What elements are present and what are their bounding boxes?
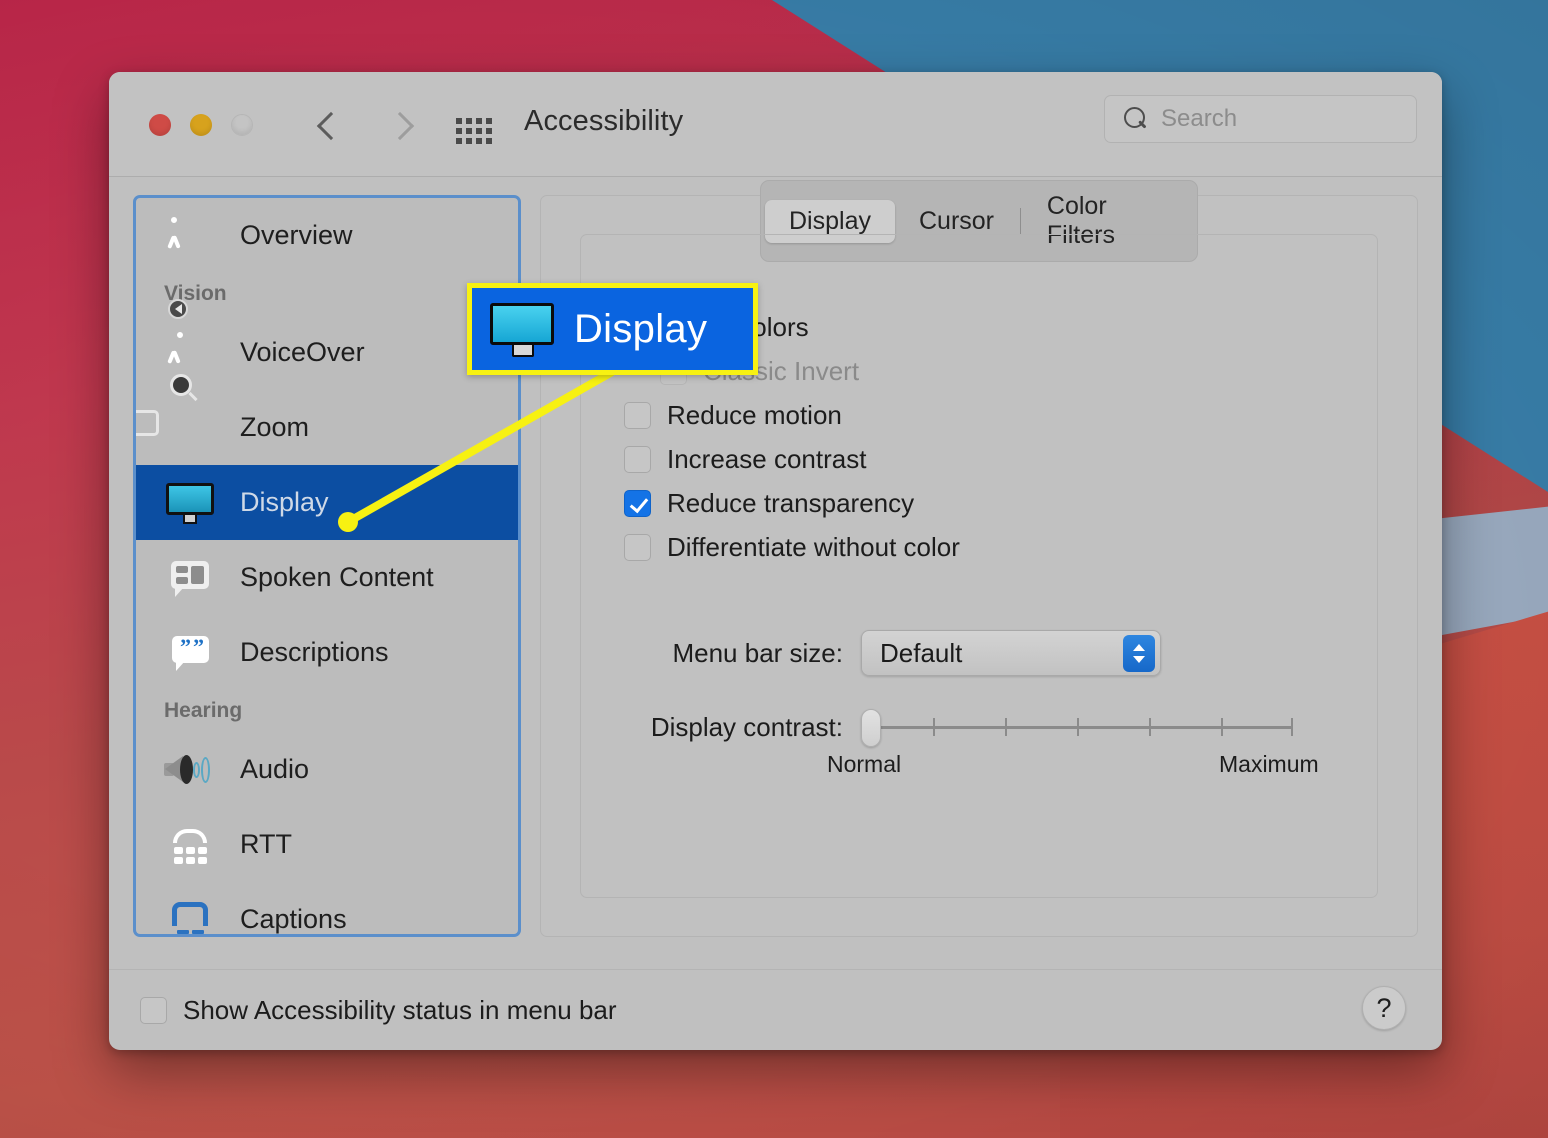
sidebar-item-label: Overview <box>240 220 353 250</box>
sidebar-item-label: VoiceOver <box>240 337 365 367</box>
display-settings-pane: Display Cursor Color Filters Invert colo… <box>540 180 1418 937</box>
sidebar-item-zoom[interactable]: Zoom <box>136 373 518 465</box>
menu-bar-size-row: Menu bar size: Default <box>581 630 1377 676</box>
checkbox-label: Reduce motion <box>667 399 842 430</box>
forward-button[interactable] <box>381 106 417 146</box>
checkbox-reduce-transparency[interactable] <box>624 489 651 517</box>
voiceover-icon <box>164 298 216 379</box>
sidebar-group-vision: Vision <box>164 282 227 305</box>
slider-tick <box>1291 718 1293 736</box>
checkbox-label: Classic Invert <box>703 355 860 386</box>
slider-thumb[interactable] <box>861 709 881 747</box>
search-field[interactable]: Search <box>1104 95 1417 143</box>
menu-bar-size-label: Menu bar size: <box>672 637 843 668</box>
zoom-button[interactable] <box>231 114 253 136</box>
traffic-light-buttons <box>149 114 253 136</box>
checkbox-label: Differentiate without color <box>667 531 960 562</box>
checkbox-show-accessibility-status[interactable] <box>140 996 167 1024</box>
chevron-left-icon <box>318 110 336 142</box>
minimize-button[interactable] <box>190 114 212 136</box>
sidebar-item-audio[interactable]: Audio <box>136 732 518 807</box>
checkbox-classic-invert[interactable] <box>660 357 687 385</box>
sidebar-item-rtt[interactable]: RTT <box>136 807 518 882</box>
spoken-content-icon <box>164 552 216 604</box>
window-titlebar: Accessibility Search <box>109 72 1442 177</box>
chevron-right-icon <box>390 110 408 142</box>
checkbox-row-classic-invert[interactable]: Classic Invert <box>624 349 960 393</box>
search-placeholder: Search <box>1161 105 1238 132</box>
sidebar-item-spoken-content[interactable]: Spoken Content <box>136 540 518 615</box>
sidebar-item-voiceover[interactable]: VoiceOver <box>136 298 518 390</box>
back-button[interactable] <box>309 106 345 146</box>
menu-bar-size-value: Default <box>880 637 963 668</box>
page-title: Accessibility <box>524 105 684 137</box>
search-icon <box>1123 106 1149 132</box>
slider-tick <box>933 718 935 736</box>
slider-tick <box>1149 718 1151 736</box>
checkbox-row-increase-contrast[interactable]: Increase contrast <box>624 437 960 481</box>
display-monitor-icon <box>164 477 216 529</box>
accessibility-person-icon <box>164 210 216 262</box>
sidebar-item-captions[interactable]: Captions <box>136 882 518 935</box>
descriptions-icon: ” ” <box>164 627 216 679</box>
display-options-group: Invert colors Classic Invert Reduce moti… <box>580 234 1378 898</box>
window-body: Overview Vision VoiceOver Zoom Display S… <box>109 177 1442 969</box>
sidebar-item-label: Display <box>240 487 329 517</box>
checkbox-label: Show Accessibility status in menu bar <box>183 994 617 1025</box>
sidebar-item-descriptions[interactable]: ” ” Descriptions <box>136 615 518 690</box>
sidebar-item-label: RTT <box>240 829 292 859</box>
captions-icon <box>164 894 216 935</box>
sidebar-item-label: Audio <box>240 754 310 784</box>
zoom-magnifier-icon <box>136 373 216 454</box>
sidebar-item-display[interactable]: Display <box>136 465 518 540</box>
checkbox-label: Increase contrast <box>667 443 867 474</box>
accessibility-sidebar[interactable]: Overview Vision VoiceOver Zoom Display S… <box>133 195 521 937</box>
chevron-updown-icon[interactable] <box>1123 635 1155 672</box>
show-accessibility-status-row[interactable]: Show Accessibility status in menu bar <box>140 995 617 1026</box>
checkbox-increase-contrast[interactable] <box>624 445 651 473</box>
checkbox-reduce-motion[interactable] <box>624 401 651 429</box>
sidebar-item-label: Captions <box>240 904 347 934</box>
checkbox-label: Reduce transparency <box>667 487 915 518</box>
sidebar-item-label: Zoom <box>240 412 310 442</box>
display-contrast-row: Display contrast: Normal Maximum <box>581 705 1377 777</box>
display-contrast-slider[interactable]: Normal Maximum <box>827 705 1319 777</box>
checkbox-invert-colors[interactable] <box>624 313 651 341</box>
sidebar-item-label: Descriptions <box>240 637 389 667</box>
slider-tick <box>1005 718 1007 736</box>
slider-min-label: Normal <box>827 751 902 777</box>
sidebar-item-overview[interactable]: Overview <box>136 198 518 273</box>
checkbox-row-reduce-motion[interactable]: Reduce motion <box>624 393 960 437</box>
close-button[interactable] <box>149 114 171 136</box>
slider-tick <box>1077 718 1079 736</box>
window-footer: Show Accessibility status in menu bar ? <box>109 969 1442 1050</box>
display-checkbox-list: Invert colors Classic Invert Reduce moti… <box>624 305 960 569</box>
slider-max-label: Maximum <box>1219 751 1319 777</box>
display-contrast-label: Display contrast: <box>650 711 843 742</box>
system-preferences-window: Accessibility Search Overview Vision Voi… <box>109 72 1442 1050</box>
checkbox-differentiate-without-color[interactable] <box>624 533 651 561</box>
show-all-icon[interactable] <box>456 118 492 144</box>
menu-bar-size-select[interactable]: Default <box>861 630 1161 676</box>
help-button[interactable]: ? <box>1362 986 1406 1030</box>
checkbox-row-invert-colors[interactable]: Invert colors <box>624 305 960 349</box>
sidebar-group-hearing: Hearing <box>164 699 243 722</box>
checkbox-row-differentiate-without-color[interactable]: Differentiate without color <box>624 525 960 569</box>
tab-separator <box>1020 208 1021 234</box>
audio-speaker-icon <box>164 744 216 796</box>
checkbox-label: Invert colors <box>667 311 809 342</box>
rtt-keypad-icon <box>164 819 216 871</box>
checkbox-row-reduce-transparency[interactable]: Reduce transparency <box>624 481 960 525</box>
slider-tick <box>1221 718 1223 736</box>
sidebar-item-label: Spoken Content <box>240 562 434 592</box>
